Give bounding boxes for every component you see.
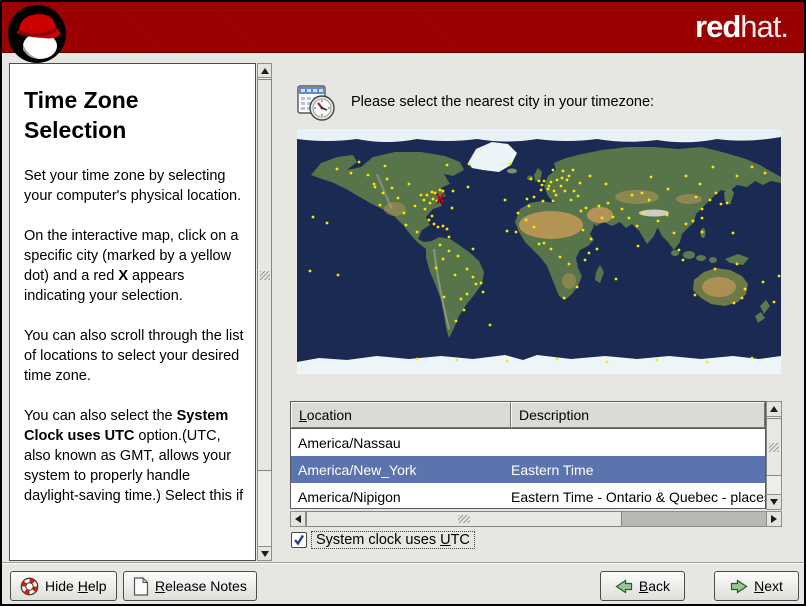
help-scroll-down-button[interactable]	[257, 546, 272, 561]
table-scroll-right-button[interactable]	[766, 511, 782, 527]
document-icon	[133, 576, 149, 596]
arrow-left-icon	[615, 578, 633, 594]
help-paragraph-1: Set your time zone by selecting your com…	[24, 167, 242, 204]
back-button[interactable]: Back	[600, 571, 685, 601]
calendar-clock-icon	[297, 85, 335, 121]
grip-icon	[458, 515, 470, 523]
utc-checkbox-row: System clock uses UTC	[291, 531, 475, 549]
table-vertical-scrollbar[interactable]	[766, 401, 782, 510]
bottom-separator	[2, 562, 804, 564]
down-arrow-icon	[770, 499, 778, 505]
checkmark-icon	[294, 534, 305, 546]
right-arrow-icon	[771, 515, 777, 523]
release-notes-button[interactable]: Release Notes	[123, 571, 257, 601]
hide-help-label: Hide Help	[45, 578, 107, 594]
table-row-nassau[interactable]: America/Nassau	[291, 429, 765, 456]
prompt-row: Please select the nearest city in your t…	[295, 80, 654, 124]
utc-checkbox[interactable]	[291, 532, 307, 548]
title-banner: redhat.	[2, 2, 804, 53]
help-paragraph-2: On the interactive map, click on a speci…	[24, 227, 239, 304]
table-scroll-left-button[interactable]	[290, 511, 306, 527]
table-row-new-york[interactable]: America/New_York Eastern Time	[291, 456, 765, 483]
timezone-table: Location Description America/Nassau Amer…	[290, 401, 766, 509]
grip-icon	[769, 442, 779, 452]
help-panel: Time Zone Selection Set your time zone b…	[9, 63, 256, 561]
back-label: Back	[638, 578, 671, 594]
table-scroll-up-button[interactable]	[766, 401, 782, 417]
help-title: Time Zone Selection	[24, 87, 139, 143]
help-scroll-up-button[interactable]	[257, 63, 272, 78]
selected-city-marker: X	[436, 191, 445, 206]
wordmark-bold: red	[695, 9, 741, 44]
prompt-text: Please select the nearest city in your t…	[351, 94, 655, 110]
table-row-nipigon[interactable]: America/Nipigon Eastern Time - Ontario &…	[291, 483, 765, 508]
hide-help-button[interactable]: Hide Help	[10, 571, 117, 601]
column-header-description[interactable]: Description	[511, 402, 765, 428]
table-scroll-down-button[interactable]	[766, 494, 782, 510]
help-paragraph-3: You can also scroll through the list of …	[24, 327, 244, 384]
table-body: America/Nassau America/New_York Eastern …	[290, 428, 766, 509]
next-label: Next	[754, 578, 783, 594]
help-scrollbar[interactable]	[257, 63, 272, 561]
table-header: Location Description	[290, 401, 766, 428]
redhat-shadowman-logo-icon	[8, 5, 66, 63]
grip-icon	[259, 270, 270, 280]
help-scrollbar-thumb[interactable]	[257, 79, 272, 471]
release-notes-label: Release Notes	[155, 578, 247, 594]
table-horizontal-scrollbar[interactable]	[290, 511, 782, 527]
column-header-location[interactable]: Location	[291, 402, 511, 428]
help-paragraph-4: You can also select the System Clock use…	[24, 407, 244, 504]
redhat-wordmark: redhat.	[695, 9, 789, 44]
table-vscrollbar-thumb[interactable]	[766, 418, 782, 476]
life-ring-icon	[20, 577, 39, 595]
arrow-right-icon	[730, 578, 748, 594]
up-arrow-icon	[260, 67, 269, 74]
installer-window: redhat. Time Zone Selection Set your tim…	[0, 0, 806, 606]
timezone-world-map[interactable]: X	[297, 129, 781, 374]
table-hscrollbar-thumb[interactable]	[306, 511, 622, 527]
wordmark-light: hat.	[740, 9, 789, 44]
down-arrow-icon	[260, 550, 269, 557]
up-arrow-icon	[770, 406, 778, 412]
utc-checkbox-label[interactable]: System clock uses UTC	[311, 531, 475, 549]
next-button[interactable]: Next	[714, 571, 799, 601]
left-arrow-icon	[295, 515, 301, 523]
